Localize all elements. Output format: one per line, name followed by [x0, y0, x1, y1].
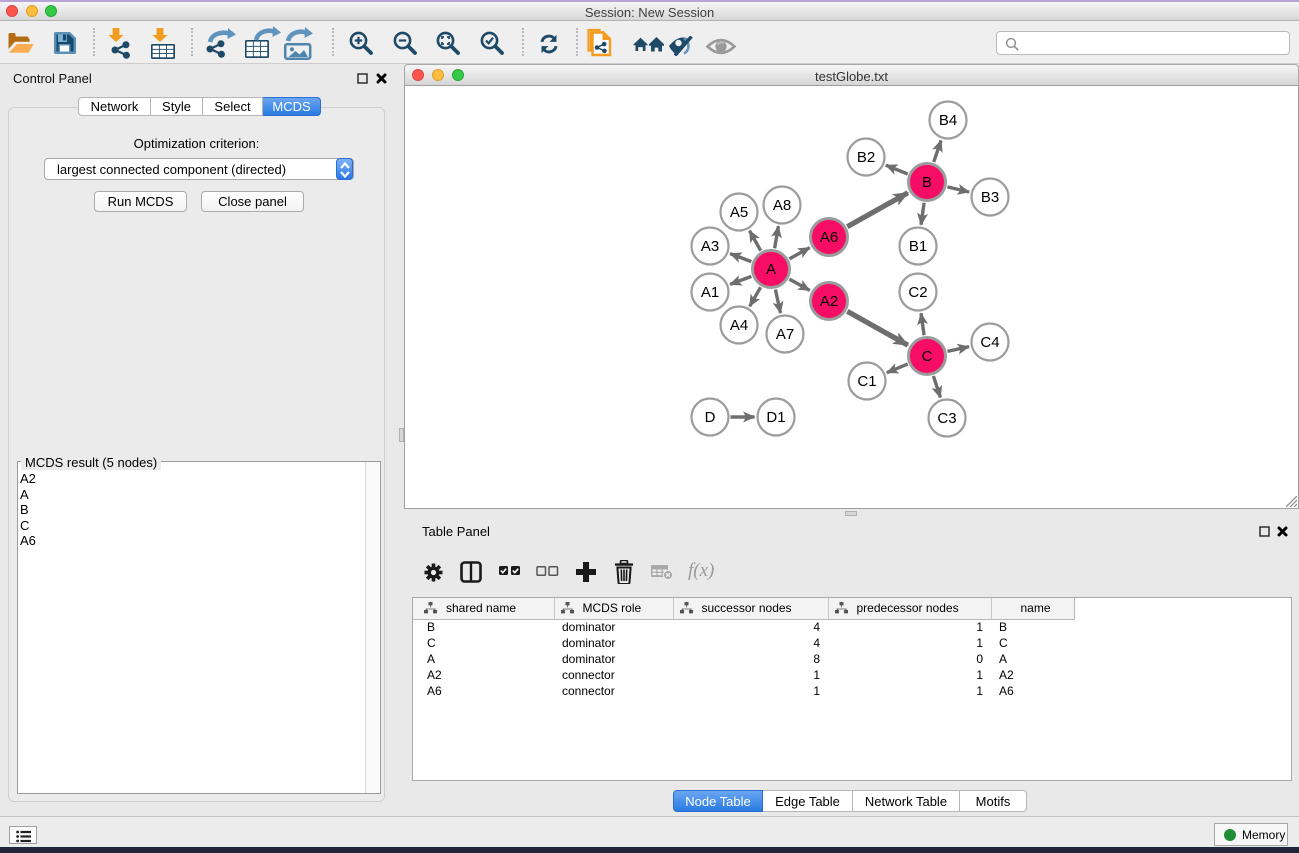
- svg-text:A2: A2: [820, 293, 838, 310]
- svg-text:B4: B4: [939, 112, 957, 129]
- svg-text:A1: A1: [701, 284, 719, 301]
- svg-text:C4: C4: [980, 334, 999, 351]
- svg-text:B1: B1: [909, 238, 927, 255]
- svg-text:D: D: [705, 409, 716, 426]
- svg-text:A4: A4: [730, 317, 748, 334]
- svg-text:B: B: [922, 174, 932, 191]
- svg-text:A3: A3: [701, 238, 719, 255]
- svg-text:A5: A5: [730, 204, 748, 221]
- svg-text:C3: C3: [937, 410, 956, 427]
- svg-text:A8: A8: [773, 197, 791, 214]
- svg-text:C1: C1: [857, 373, 876, 390]
- svg-text:A6: A6: [820, 229, 838, 246]
- svg-text:C2: C2: [908, 284, 927, 301]
- svg-text:B3: B3: [981, 189, 999, 206]
- svg-text:B2: B2: [857, 149, 875, 166]
- svg-text:D1: D1: [766, 409, 785, 426]
- svg-text:A7: A7: [776, 326, 794, 343]
- svg-text:C: C: [922, 348, 933, 365]
- svg-text:A: A: [766, 261, 776, 278]
